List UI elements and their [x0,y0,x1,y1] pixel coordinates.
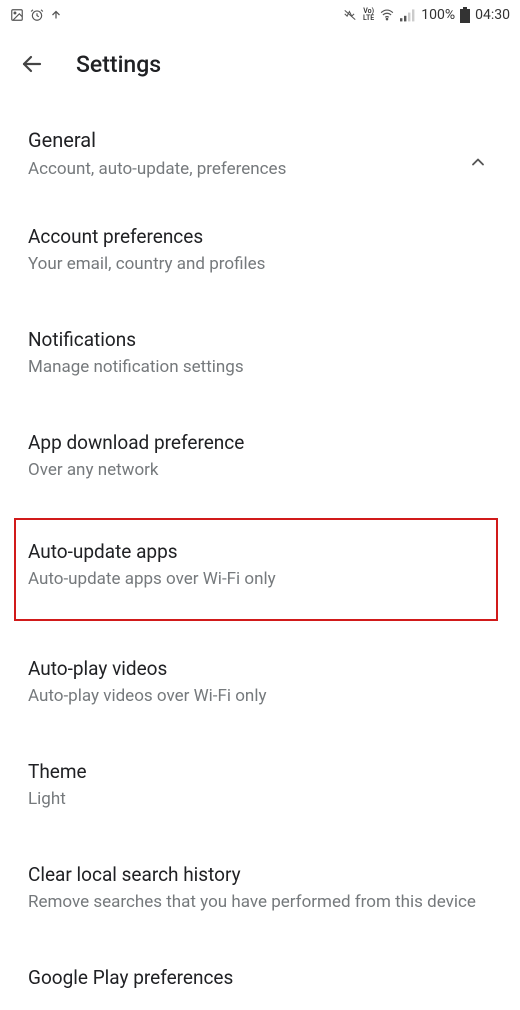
page-title: Settings [76,51,161,78]
item-title: App download preference [28,431,492,454]
item-notifications[interactable]: Notifications Manage notification settin… [28,312,492,395]
item-title: Clear local search history [28,863,492,886]
arrow-back-icon [20,52,44,76]
upload-icon [50,8,62,22]
item-subtitle: Auto-update apps over Wi-Fi only [28,568,484,591]
item-title: Auto-update apps [28,540,484,563]
item-subtitle: Auto-play videos over Wi-Fi only [28,685,492,708]
vibrate-icon [342,8,358,22]
status-time: 04:30 [475,7,510,23]
signal-icon [400,8,416,22]
app-bar: Settings [0,36,520,92]
item-auto-update-apps[interactable]: Auto-update apps Auto-update apps over W… [14,518,498,621]
item-clear-local-search-history[interactable]: Clear local search history Remove search… [28,847,492,930]
status-right: Vo)LTE 100% 04:30 [342,7,510,23]
item-title: Account preferences [28,225,492,248]
status-left [10,8,62,22]
settings-content: General Account, auto-update, preference… [0,92,520,1010]
item-account-preferences[interactable]: Account preferences Your email, country … [28,209,492,292]
item-title: Auto-play videos [28,657,492,680]
item-subtitle: Your email, country and profiles [28,253,492,276]
item-subtitle: Over any network [28,459,492,482]
volte-indicator: Vo)LTE [363,8,374,22]
section-general[interactable]: General Account, auto-update, preference… [28,92,492,189]
status-bar: Vo)LTE 100% 04:30 [0,0,520,28]
chevron-up-icon[interactable] [468,152,488,172]
item-google-play-preferences[interactable]: Google Play preferences [28,950,492,1010]
alarm-icon [30,8,44,22]
item-app-download-preference[interactable]: App download preference Over any network [28,415,492,498]
section-title: General [28,128,468,152]
item-subtitle: Light [28,788,492,811]
item-title: Theme [28,760,492,783]
item-title: Notifications [28,328,492,351]
wifi-icon [379,8,395,22]
item-title: Google Play preferences [28,966,492,989]
image-icon [10,8,24,22]
section-subtitle: Account, auto-update, preferences [28,158,468,181]
battery-percent: 100% [421,7,455,23]
item-auto-play-videos[interactable]: Auto-play videos Auto-play videos over W… [28,641,492,724]
item-subtitle: Manage notification settings [28,356,492,379]
battery-icon [460,7,470,23]
back-button[interactable] [12,44,52,84]
item-theme[interactable]: Theme Light [28,744,492,827]
item-subtitle: Remove searches that you have performed … [28,891,492,914]
